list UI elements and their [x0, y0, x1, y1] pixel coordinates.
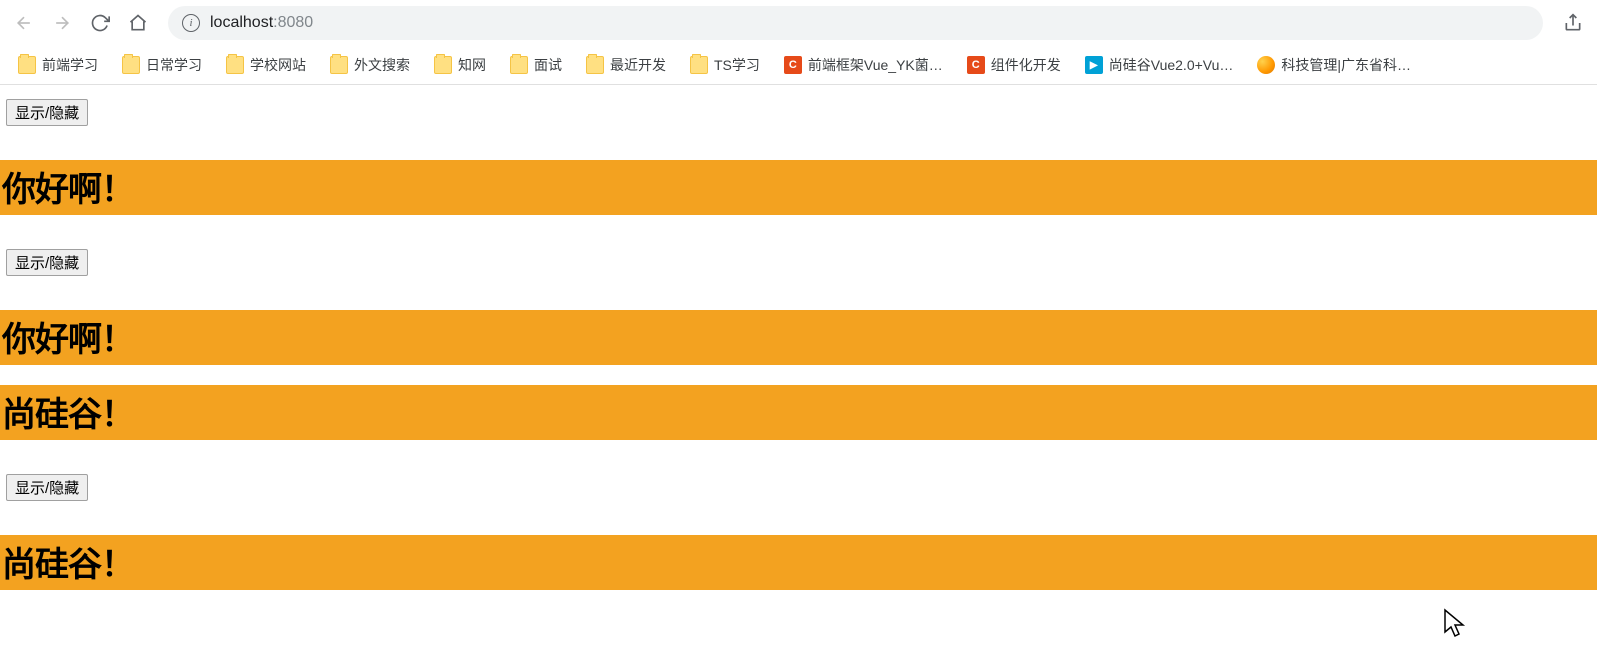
reload-button[interactable]: [84, 7, 116, 39]
folder-icon: [330, 56, 348, 74]
bookmark-label: 前端学习: [42, 55, 98, 75]
page-content: 显示/隐藏 你好啊！ 显示/隐藏 你好啊！ 尚硅谷！ 显示/隐藏 尚硅谷！: [0, 85, 1597, 590]
bookmarks-bar: 前端学习 日常学习 学校网站 外文搜索 知网 面试 最近开发 TS学习 C 前端框架Vue_YK菌…: [0, 46, 1597, 84]
toggle-button-2[interactable]: 显示/隐藏: [6, 249, 88, 276]
address-bar[interactable]: i localhost:8080: [168, 6, 1543, 40]
folder-icon: [434, 56, 452, 74]
bookmark-label: TS学习: [714, 55, 760, 75]
csdn-icon: C: [784, 56, 802, 74]
bookmark-item[interactable]: 学校网站: [216, 51, 316, 79]
toggle-button-1[interactable]: 显示/隐藏: [6, 99, 88, 126]
toolbar: i localhost:8080: [0, 0, 1597, 46]
bookmark-label: 面试: [534, 55, 562, 75]
folder-icon: [122, 56, 140, 74]
reload-icon: [90, 13, 110, 33]
bilibili-icon: ▶: [1085, 56, 1103, 74]
bookmark-item[interactable]: TS学习: [680, 51, 770, 79]
bookmark-item[interactable]: C 组件化开发: [957, 51, 1071, 79]
toggle-button-3[interactable]: 显示/隐藏: [6, 474, 88, 501]
globe-icon: [1257, 56, 1275, 74]
folder-icon: [18, 56, 36, 74]
arrow-left-icon: [14, 13, 34, 33]
url-text: localhost:8080: [210, 14, 313, 32]
folder-icon: [226, 56, 244, 74]
bookmark-label: 尚硅谷Vue2.0+Vu…: [1109, 55, 1234, 75]
folder-icon: [690, 56, 708, 74]
home-icon: [128, 13, 148, 33]
forward-button[interactable]: [46, 7, 78, 39]
bookmark-label: 学校网站: [250, 55, 306, 75]
folder-icon: [510, 56, 528, 74]
bookmark-item[interactable]: 知网: [424, 51, 496, 79]
bookmark-item[interactable]: 最近开发: [576, 51, 676, 79]
bookmark-item[interactable]: 外文搜索: [320, 51, 420, 79]
home-button[interactable]: [122, 7, 154, 39]
bookmark-item[interactable]: 前端学习: [8, 51, 108, 79]
share-button[interactable]: [1557, 7, 1589, 39]
bookmark-label: 前端框架Vue_YK菌…: [808, 55, 943, 75]
bookmark-label: 日常学习: [146, 55, 202, 75]
bookmark-item[interactable]: ▶ 尚硅谷Vue2.0+Vu…: [1075, 51, 1244, 79]
bookmark-item[interactable]: 面试: [500, 51, 572, 79]
site-info-icon[interactable]: i: [182, 14, 200, 32]
heading-4: 尚硅谷！: [0, 535, 1597, 590]
share-icon: [1563, 13, 1583, 33]
heading-2: 你好啊！: [0, 310, 1597, 365]
bookmark-label: 知网: [458, 55, 486, 75]
browser-chrome: i localhost:8080 前端学习 日常学习 学校网站 外文搜索 知网 面试 最近开…: [0, 0, 1597, 85]
bookmark-item[interactable]: 日常学习: [112, 51, 212, 79]
csdn-icon: C: [967, 56, 985, 74]
bookmark-label: 最近开发: [610, 55, 666, 75]
mouse-cursor-icon: [1443, 608, 1467, 640]
bookmark-item[interactable]: 科技管理|广东省科…: [1247, 51, 1421, 79]
bookmark-label: 科技管理|广东省科…: [1281, 55, 1411, 75]
bookmark-item[interactable]: C 前端框架Vue_YK菌…: [774, 51, 953, 79]
folder-icon: [586, 56, 604, 74]
heading-3: 尚硅谷！: [0, 385, 1597, 440]
heading-1: 你好啊！: [0, 160, 1597, 215]
arrow-right-icon: [52, 13, 72, 33]
bookmark-label: 组件化开发: [991, 55, 1061, 75]
bookmark-label: 外文搜索: [354, 55, 410, 75]
back-button[interactable]: [8, 7, 40, 39]
